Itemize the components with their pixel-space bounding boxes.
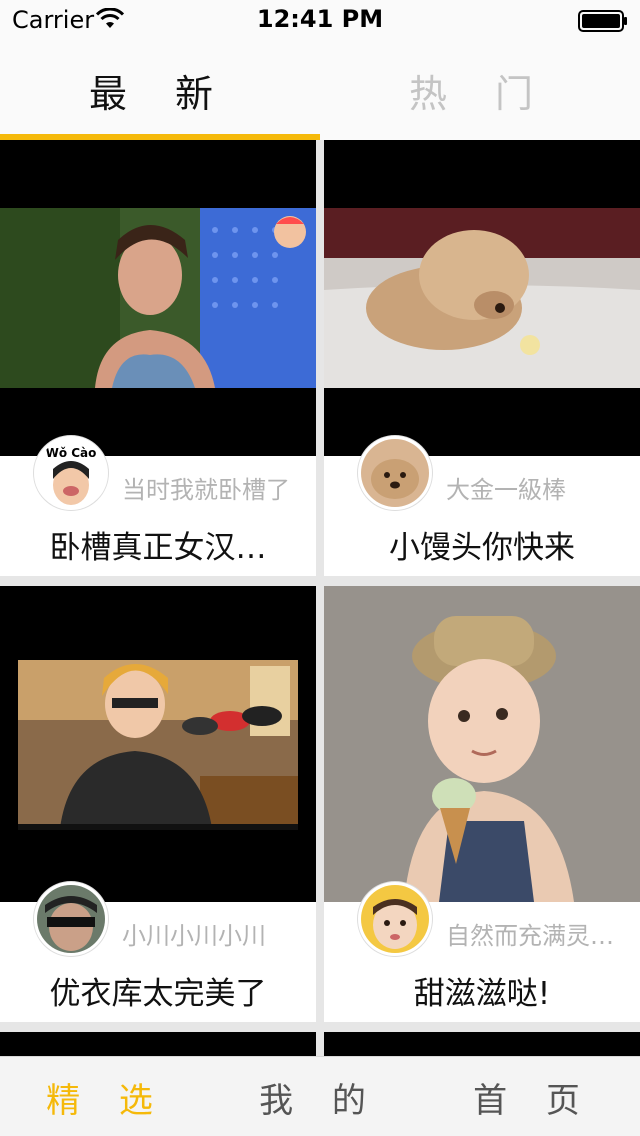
video-thumbnail[interactable] — [0, 140, 316, 456]
video-card[interactable]: Wǒ Cào 当时我就卧槽了 卧槽真正女汉… — [0, 140, 316, 576]
video-card[interactable]: 自然而充满灵… 甜滋滋哒! — [324, 586, 640, 1022]
card-author: 小川小川小川 — [122, 922, 266, 950]
svg-text:Wǒ Cào: Wǒ Cào — [46, 446, 97, 460]
video-thumbnail[interactable] — [324, 140, 640, 456]
thumbnail-image — [0, 140, 316, 456]
video-card[interactable]: 小川小川小川 优衣库太完美了 — [0, 586, 316, 1022]
battery-icon — [578, 10, 627, 32]
card-author: 自然而充满灵… — [446, 922, 614, 950]
thumbnail-image — [324, 140, 640, 456]
author-avatar[interactable] — [358, 882, 432, 956]
tab-latest[interactable]: 最 新 — [0, 40, 320, 140]
app-screen: Carrier 12:41 PM 最 新 热 门 Wǒ Cào 当时我就卧槽了 … — [0, 0, 640, 1136]
status-time: 12:41 PM — [256, 5, 384, 33]
card-title: 甜滋滋哒! — [413, 976, 551, 1012]
card-author: 大金一級棒 — [446, 476, 566, 504]
video-card[interactable] — [0, 1032, 316, 1056]
video-card[interactable]: 大金一級棒 小馒头你快来 — [324, 140, 640, 576]
bottom-tab-bar: 精 选 我 的 首 页 — [0, 1056, 640, 1136]
tab-hot[interactable]: 热 门 — [320, 40, 640, 140]
author-avatar[interactable] — [34, 882, 108, 956]
video-thumbnail[interactable] — [324, 586, 640, 902]
status-bar: Carrier 12:41 PM — [0, 0, 640, 40]
top-tab-bar: 最 新 热 门 — [0, 40, 640, 140]
card-title: 卧槽真正女汉… — [49, 530, 267, 566]
tab-mine[interactable]: 我 的 — [213, 1057, 426, 1136]
thumbnail-image — [0, 586, 316, 902]
tab-home[interactable]: 首 页 — [427, 1057, 640, 1136]
author-avatar[interactable]: Wǒ Cào — [34, 436, 108, 510]
tab-featured[interactable]: 精 选 — [0, 1057, 213, 1136]
video-card[interactable] — [324, 1032, 640, 1056]
author-avatar[interactable] — [358, 436, 432, 510]
card-title: 优衣库太完美了 — [49, 976, 267, 1012]
card-author: 当时我就卧槽了 — [122, 476, 290, 504]
thumbnail-image — [324, 586, 640, 902]
video-thumbnail[interactable] — [0, 586, 316, 902]
card-title: 小馒头你快来 — [389, 530, 575, 566]
